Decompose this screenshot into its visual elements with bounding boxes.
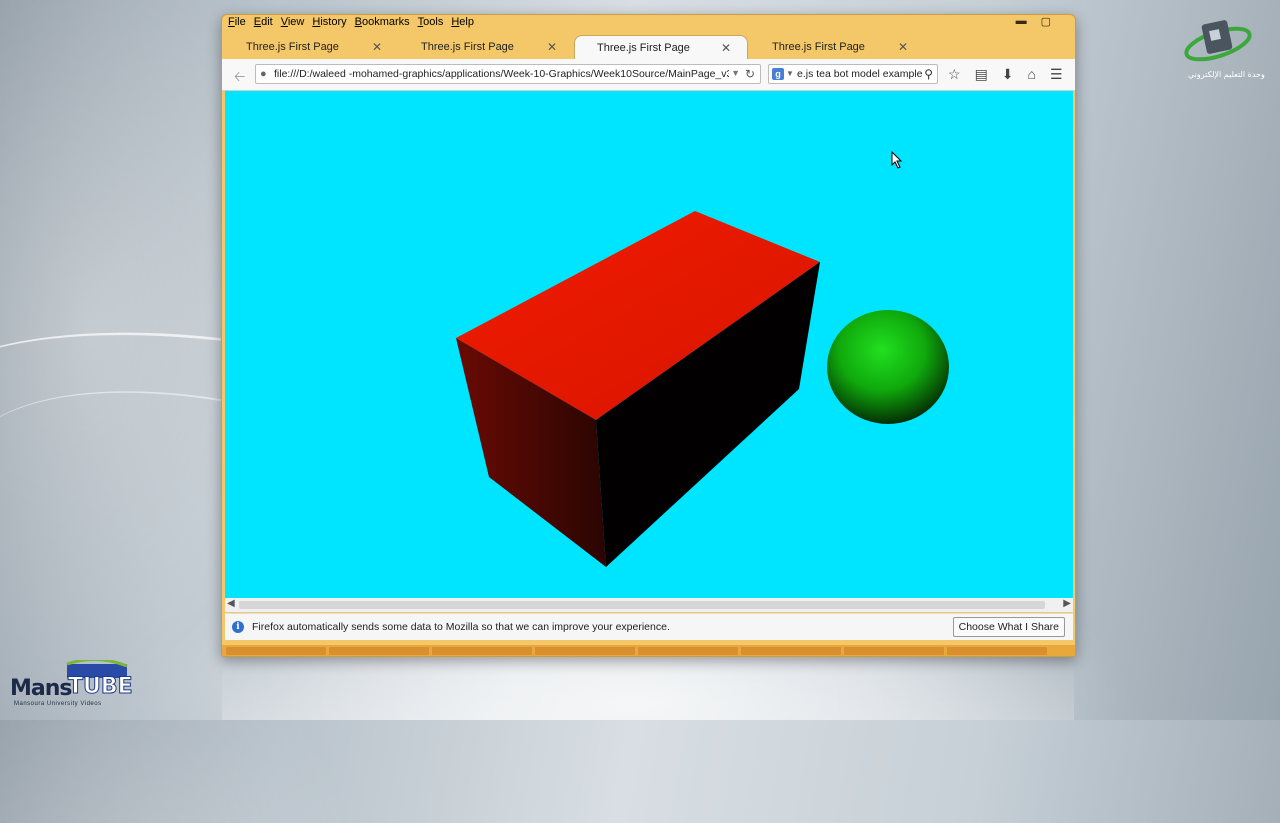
back-arrow-icon[interactable]: 🡠 — [234, 66, 245, 90]
taskbar-items — [222, 647, 1075, 656]
tab-label: Three.js First Page — [597, 41, 690, 54]
chevron-down-icon[interactable]: ▼ — [731, 68, 740, 78]
tab-strip: Three.js First Page ✕ Three.js First Pag… — [222, 35, 1075, 74]
tab-label: Three.js First Page — [772, 41, 865, 53]
maximize-icon[interactable]: ▢ — [1041, 15, 1051, 28]
tab-4[interactable]: Three.js First Page ✕ — [750, 35, 924, 59]
globe-logo-icon — [1184, 20, 1252, 62]
bookmark-star-icon[interactable]: ☆ — [948, 66, 961, 83]
close-tab-icon[interactable]: ✕ — [721, 41, 731, 55]
address-bar[interactable]: ● file:///D:/waleed -mohamed-graphics/ap… — [255, 64, 761, 84]
menu-hamburger-icon[interactable]: ☰ — [1050, 66, 1063, 83]
close-tab-icon[interactable]: ✕ — [898, 40, 908, 54]
window-reflection — [222, 657, 1074, 720]
horizontal-scrollbar[interactable]: ◀ ▶ — [225, 598, 1073, 612]
taskbar-item[interactable] — [535, 647, 635, 655]
tab-3-active[interactable]: Three.js First Page ✕ — [574, 35, 748, 59]
reload-icon[interactable]: ↻ — [745, 67, 755, 81]
manstube-subtitle: Mansoura University Videos — [14, 701, 102, 707]
menu-file[interactable]: File — [228, 16, 246, 30]
home-icon[interactable]: ⌂ — [1028, 66, 1036, 83]
tab-2[interactable]: Three.js First Page ✕ — [399, 35, 573, 59]
close-tab-icon[interactable]: ✕ — [372, 40, 382, 54]
webgl-canvas[interactable] — [225, 91, 1073, 598]
globe-icon: ● — [260, 68, 267, 80]
navigation-bar: 🡠 ● file:///D:/waleed -mohamed-graphics/… — [222, 59, 1075, 91]
chevron-down-icon[interactable]: ▼ — [786, 69, 794, 78]
info-icon: i — [232, 621, 244, 633]
close-tab-icon[interactable]: ✕ — [547, 40, 557, 54]
taskbar-item[interactable] — [844, 647, 944, 655]
elearning-unit-logo: وحدة التعليم الإلكتروني — [1182, 16, 1265, 86]
menu-tools[interactable]: Tools — [418, 16, 444, 30]
taskbar-item[interactable] — [741, 647, 841, 655]
search-bar[interactable]: g ▼ e.js tea bot model example ⚲ — [768, 64, 938, 84]
menu-bookmarks[interactable]: Bookmarks — [355, 16, 410, 30]
three-js-scene — [456, 211, 949, 567]
manstube-tube: TUBE — [68, 674, 134, 700]
mouse-cursor-icon — [891, 151, 903, 169]
minimize-icon[interactable]: ▬ — [1016, 15, 1027, 28]
tab-1[interactable]: Three.js First Page ✕ — [224, 35, 398, 59]
manstube-logo: Mans TUBE Mansoura University Videos — [10, 660, 140, 716]
manstube-brand: Mans — [10, 676, 72, 701]
toolbar-buttons: ☆ ▤ ⬇ ⌂ ☰ — [948, 66, 1063, 83]
taskbar-item[interactable] — [638, 647, 738, 655]
download-icon[interactable]: ⬇ — [1002, 66, 1014, 83]
search-icon[interactable]: ⚲ — [924, 67, 933, 81]
menu-help[interactable]: Help — [451, 16, 474, 30]
search-text: e.js tea bot model example — [797, 68, 923, 80]
notification-message: Firefox automatically sends some data to… — [252, 621, 670, 633]
taskbar-item[interactable] — [947, 647, 1047, 655]
menu-history[interactable]: History — [312, 16, 346, 30]
google-icon[interactable]: g — [772, 68, 784, 80]
notification-bar: i Firefox automatically sends some data … — [225, 613, 1073, 640]
menu-view[interactable]: View — [281, 16, 305, 30]
menu-bar: File Edit View History Bookmarks Tools H… — [228, 16, 474, 30]
address-text: file:///D:/waleed -mohamed-graphics/appl… — [274, 68, 729, 80]
taskbar-item[interactable] — [329, 647, 429, 655]
scrollbar-thumb[interactable] — [239, 601, 1045, 609]
taskbar-item[interactable] — [432, 647, 532, 655]
menu-edit[interactable]: Edit — [254, 16, 273, 30]
browser-window: File Edit View History Bookmarks Tools H… — [221, 14, 1076, 657]
elearning-unit-text: وحدة التعليم الإلكتروني — [1188, 70, 1265, 79]
tab-label: Three.js First Page — [246, 41, 339, 53]
choose-what-i-share-button[interactable]: Choose What I Share — [952, 617, 1065, 637]
scroll-right-icon[interactable]: ▶ — [1063, 598, 1071, 609]
clipboard-icon[interactable]: ▤ — [975, 66, 988, 83]
tab-label: Three.js First Page — [421, 41, 514, 53]
green-sphere — [827, 310, 949, 424]
scroll-left-icon[interactable]: ◀ — [227, 598, 235, 609]
taskbar-item[interactable] — [226, 647, 326, 655]
window-controls: ▬ ▢ — [1016, 15, 1051, 28]
